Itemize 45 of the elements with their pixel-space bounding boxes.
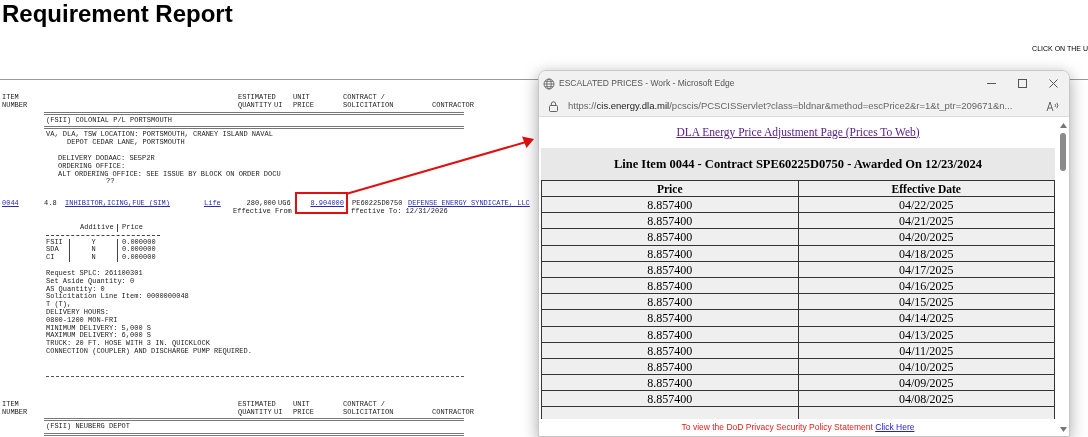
highlight-box [295, 192, 348, 214]
table-cell: 04/15/2025 [797, 294, 1054, 310]
table-cell: 04/09/2025 [797, 375, 1054, 391]
table-cell: 04/08/2025 [797, 391, 1054, 407]
table-cell-text: 8.857400 [646, 213, 694, 229]
table-cell: 04/10/2025 [797, 358, 1054, 375]
line-item-heading: Line Item 0044 - Contract SPE60225D0750 - Awarded On 12/23/2024 [613, 155, 983, 173]
table-cell-text: 8.857400 [646, 375, 694, 391]
table-cell: 04/22/2025 [797, 197, 1054, 213]
table-cell-text: 8.857400 [646, 391, 694, 407]
table-cell-text: 8.857400 [646, 197, 694, 213]
page-title: Requirement Report [2, 0, 234, 28]
table-cell-text: 8.857400 [646, 245, 694, 261]
table-cell-text: 8.857400 [646, 358, 694, 375]
table-header: Effective Date [797, 181, 1054, 196]
scroll-up-icon[interactable] [1059, 123, 1067, 128]
table-cell: 04/18/2025 [797, 245, 1054, 261]
table-cell-text: 8.857400 [646, 310, 694, 326]
table-cell: 04/16/2025 [797, 277, 1054, 294]
window-title: ESCALATED PRICES - Work - Microsoft Edge [559, 77, 735, 90]
table-cell-text: 8.857400 [646, 277, 694, 294]
scroll-thumb[interactable] [1060, 133, 1066, 171]
maximize-icon[interactable] [1018, 79, 1027, 88]
table-cell-text: 8.857400 [646, 229, 694, 245]
price-adjustment-link[interactable]: DLA Energy Price Adjustment Page (Prices To Web) [676, 123, 920, 142]
privacy-notice: To view the DoD Privacy Security Policy Statement Click Here [681, 421, 915, 434]
table-cell-text: 8.857400 [646, 326, 694, 342]
globe-icon [543, 77, 555, 90]
table-cell-text: 8.857400 [646, 342, 694, 358]
read-aloud-icon[interactable] [1046, 100, 1059, 112]
address-bar[interactable]: https://cis.energy.dla.mil/pcscis/PCSCISServlet?class=bldnar&method=escPrice2&r=1&t_ptr=209671&n... [539, 96, 1069, 117]
url-text: https://cis.energy.dla.mil/pcscis/PCSCISServlet?class=bldnar&method=escPrice2&r=1&t_ptr=209671&n... [568, 98, 1013, 113]
table-cell: 04/21/2025 [797, 213, 1054, 229]
table-cell: 04/13/2025 [797, 326, 1054, 342]
table-cell: 04/14/2025 [797, 310, 1054, 326]
table-cell: 04/17/2025 [797, 261, 1054, 277]
click-here-link[interactable]: Click Here [875, 422, 915, 433]
table-cell-text: 8.857400 [646, 261, 694, 277]
lock-icon [549, 100, 558, 112]
table-header: Price [655, 182, 684, 196]
table-cell-text: 8.857400 [646, 294, 694, 310]
table-cell: 04/11/2025 [797, 342, 1054, 358]
close-icon[interactable] [1049, 79, 1058, 88]
table-cell: 04/20/2025 [797, 229, 1054, 245]
scroll-down-icon[interactable] [1059, 427, 1067, 432]
